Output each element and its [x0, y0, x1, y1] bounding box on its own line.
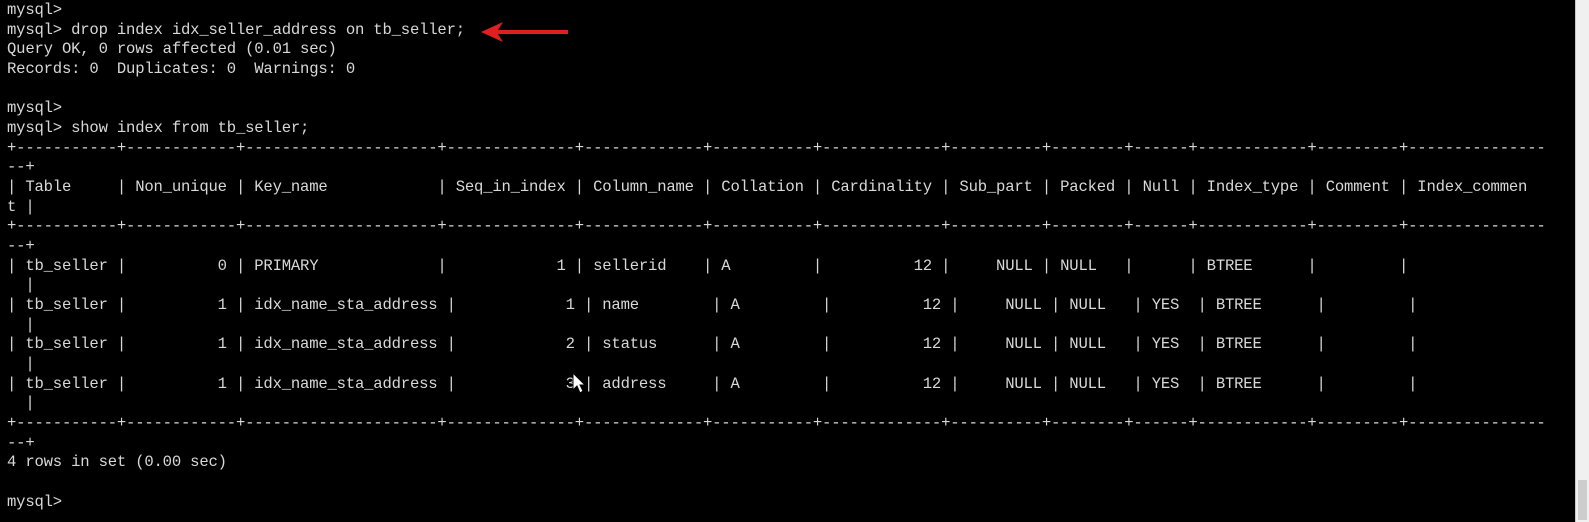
terminal-line: mysql> — [7, 99, 62, 117]
terminal-line: Query OK, 0 rows affected (0.01 sec) — [7, 40, 337, 58]
table-row-wrap: | — [7, 276, 35, 294]
terminal-line: mysql> — [7, 1, 62, 19]
mouse-pointer-icon — [572, 372, 587, 394]
table-row: | tb_seller | 1 | idx_name_sta_address |… — [7, 296, 1418, 314]
table-row: | tb_seller | 1 | idx_name_sta_address |… — [7, 375, 1418, 393]
table-border-line: +-----------+------------+--------------… — [7, 139, 1546, 157]
table-row-wrap: | — [7, 355, 35, 373]
table-border-wrap: --+ — [7, 237, 35, 255]
terminal-line: 4 rows in set (0.00 sec) — [7, 453, 227, 471]
table-row: | tb_seller | 1 | idx_name_sta_address |… — [7, 335, 1418, 353]
table-border-wrap: --+ — [7, 434, 35, 452]
table-border-line: +-----------+------------+--------------… — [7, 217, 1546, 235]
table-row-wrap: | — [7, 316, 35, 334]
terminal-line: mysql> show index from tb_seller; — [7, 119, 310, 137]
terminal-window[interactable]: mysql> mysql> drop index idx_seller_addr… — [0, 0, 1575, 522]
table-row: | tb_seller | 0 | PRIMARY | 1 | sellerid… — [7, 257, 1409, 275]
terminal-line: Records: 0 Duplicates: 0 Warnings: 0 — [7, 60, 355, 78]
vertical-scrollbar[interactable] — [1575, 0, 1589, 522]
terminal-prompt[interactable]: mysql> — [7, 493, 62, 513]
red-arrow-icon — [481, 22, 568, 42]
table-row-wrap: | — [7, 394, 35, 412]
scrollbar-thumb[interactable] — [1578, 480, 1587, 520]
terminal-line: mysql> drop index idx_seller_address on … — [7, 21, 465, 39]
table-header-wrap: t | — [7, 198, 35, 216]
table-border-wrap: --+ — [7, 158, 35, 176]
table-header-row: | Table | Non_unique | Key_name | Seq_in… — [7, 178, 1528, 196]
table-border-line: +-----------+------------+--------------… — [7, 414, 1546, 432]
